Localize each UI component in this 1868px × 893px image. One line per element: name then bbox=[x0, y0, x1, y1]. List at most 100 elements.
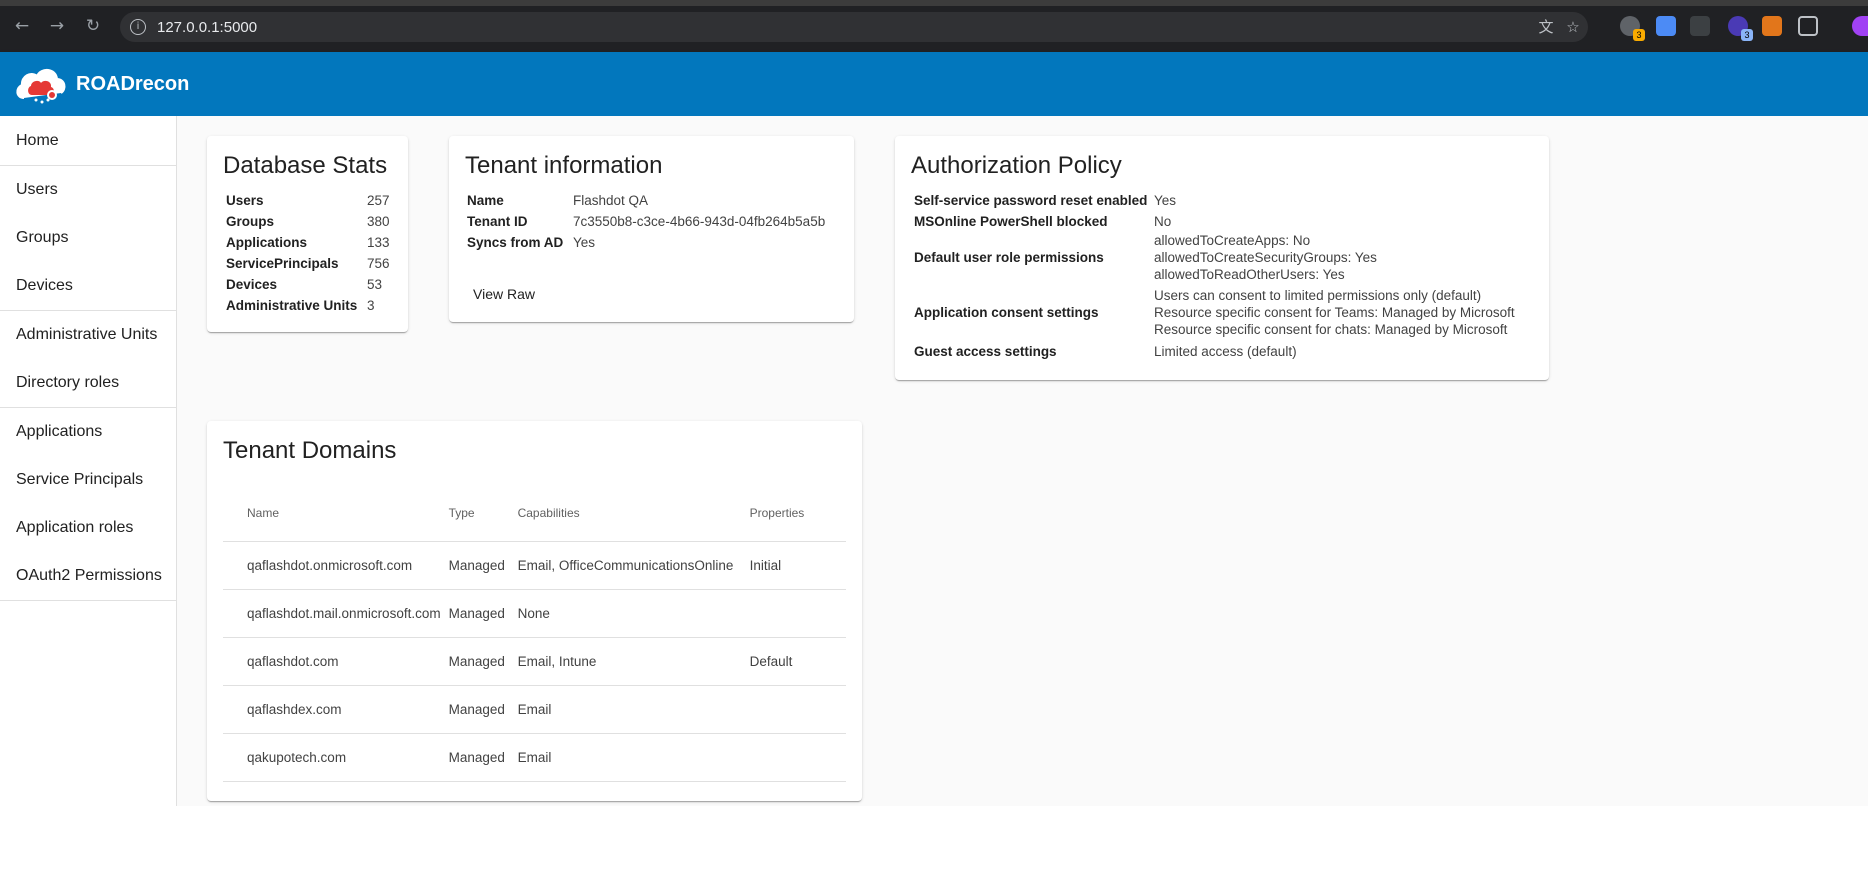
stat-row: Applications 133 bbox=[226, 232, 396, 253]
sidebar-item-users[interactable]: Users bbox=[0, 166, 176, 214]
sidebar-item-groups[interactable]: Groups bbox=[0, 214, 176, 262]
sidebar-item-directory-roles[interactable]: Directory roles bbox=[0, 359, 176, 407]
tenant-info-row: Syncs from AD Yes bbox=[467, 232, 847, 253]
extension-badge: 3 bbox=[1741, 29, 1753, 41]
stat-label: Applications bbox=[226, 235, 308, 250]
translate-icon[interactable]: 文 bbox=[1537, 18, 1555, 36]
stat-row: Users 257 bbox=[226, 190, 396, 211]
extension-badge: 3 bbox=[1633, 29, 1645, 41]
tenant-information-card: Tenant information Name Flashdot QA Tena… bbox=[449, 136, 854, 322]
bookmark-star-icon[interactable]: ☆ bbox=[1564, 18, 1582, 36]
extension-icon[interactable]: 3 bbox=[1620, 16, 1645, 41]
profile-avatar[interactable] bbox=[1852, 16, 1868, 36]
domain-capabilities-cell: Email bbox=[513, 733, 746, 782]
domain-capabilities-cell: None bbox=[513, 589, 746, 638]
tenant-info-row: Name Flashdot QA bbox=[467, 190, 847, 211]
policy-value-line: Resource specific consent for chats: Man… bbox=[1154, 322, 1508, 337]
url-text[interactable]: 127.0.0.1:5000 bbox=[157, 19, 257, 36]
table-row: qaflashdot.mail.onmicrosoft.com Managed … bbox=[223, 589, 846, 638]
tenant-id-value: 7c3550b8-c3ce-4b66-943d-04fb264b5a5b bbox=[573, 214, 826, 229]
column-header-type[interactable]: Type bbox=[444, 485, 514, 542]
tenant-name-value: Flashdot QA bbox=[573, 193, 649, 208]
policy-row: Guest access settings Limited access (de… bbox=[914, 341, 1544, 362]
policy-value: No bbox=[1154, 214, 1172, 229]
syncs-from-ad-value: Yes bbox=[573, 235, 596, 250]
address-bar[interactable]: i 127.0.0.1:5000 文 ☆ bbox=[120, 12, 1588, 42]
sidebar: Home Users Groups Devices Administrative… bbox=[0, 116, 177, 806]
sidebar-item-oauth2-permissions[interactable]: OAuth2 Permissions bbox=[0, 552, 176, 600]
column-header-properties[interactable]: Properties bbox=[745, 485, 846, 542]
tenant-info-label: Tenant ID bbox=[467, 214, 528, 229]
domain-properties-cell bbox=[745, 733, 846, 782]
policy-value: Limited access (default) bbox=[1154, 344, 1297, 359]
stat-row: Groups 380 bbox=[226, 211, 396, 232]
tenant-info-label: Name bbox=[467, 193, 504, 208]
metamask-fox-icon[interactable] bbox=[1762, 16, 1782, 36]
sidebar-item-administrative-units[interactable]: Administrative Units bbox=[0, 311, 176, 359]
sidebar-item-devices[interactable]: Devices bbox=[0, 262, 176, 310]
stat-label: Administrative Units bbox=[226, 298, 358, 313]
browser-toolbar: ← → ↻ i 127.0.0.1:5000 文 ☆ 3 3 bbox=[0, 0, 1868, 52]
app-title: ROADrecon bbox=[76, 73, 190, 95]
stat-row: Devices 53 bbox=[226, 274, 396, 295]
domain-name-cell: qakupotech.com bbox=[223, 733, 445, 782]
stat-value: 133 bbox=[367, 235, 390, 250]
domain-capabilities-cell: Email, OfficeCommunicationsOnline bbox=[513, 541, 746, 590]
domain-type-cell: Managed bbox=[444, 541, 514, 590]
table-row: qaflashdot.com Managed Email, Intune Def… bbox=[223, 637, 846, 686]
extension-icon[interactable]: 3 bbox=[1728, 16, 1753, 41]
stat-label: Groups bbox=[226, 214, 275, 229]
app-header: ROADrecon bbox=[0, 52, 1868, 116]
main-content: Database Stats Users 257 Groups 380 Appl… bbox=[177, 116, 1868, 806]
domain-properties-cell bbox=[745, 589, 846, 638]
forward-icon[interactable]: → bbox=[46, 15, 68, 37]
sidebar-item-service-principals[interactable]: Service Principals bbox=[0, 456, 176, 504]
stat-value: 3 bbox=[367, 298, 375, 313]
domain-capabilities-cell: Email, Intune bbox=[513, 637, 746, 686]
policy-label: Guest access settings bbox=[914, 344, 1057, 359]
domain-properties-cell: Default bbox=[745, 637, 846, 686]
domain-type-cell: Managed bbox=[444, 685, 514, 734]
domain-properties-cell bbox=[745, 685, 846, 734]
stat-label: Users bbox=[226, 193, 264, 208]
stat-label: Devices bbox=[226, 277, 278, 292]
stat-value: 380 bbox=[367, 214, 390, 229]
stat-row: Administrative Units 3 bbox=[226, 295, 396, 316]
stat-row: ServicePrincipals 756 bbox=[226, 253, 396, 274]
back-icon[interactable]: ← bbox=[11, 15, 33, 37]
policy-row: Application consent settings Users can c… bbox=[914, 287, 1544, 338]
domain-name-cell: qaflashdot.com bbox=[223, 637, 445, 686]
tab-strip bbox=[0, 0, 1868, 6]
sidebar-divider bbox=[0, 600, 176, 601]
extension-icon[interactable] bbox=[1656, 16, 1676, 36]
sidebar-item-application-roles[interactable]: Application roles bbox=[0, 504, 176, 552]
sidebar-item-applications[interactable]: Applications bbox=[0, 408, 176, 456]
stat-value: 53 bbox=[367, 277, 383, 292]
view-raw-button[interactable]: View Raw bbox=[465, 280, 543, 308]
domain-name-cell: qaflashdot.mail.onmicrosoft.com bbox=[223, 589, 445, 638]
domain-name-cell: qaflashdot.onmicrosoft.com bbox=[223, 541, 445, 590]
table-row: qaflashdex.com Managed Email bbox=[223, 685, 846, 734]
table-header-row: Name Type Capabilities Properties bbox=[223, 485, 846, 542]
site-info-icon[interactable]: i bbox=[130, 19, 146, 35]
extension-icon[interactable] bbox=[1690, 16, 1710, 36]
policy-label: Default user role permissions bbox=[914, 250, 1104, 265]
tenant-domains-table: Name Type Capabilities Properties qaflas… bbox=[223, 485, 846, 782]
stat-value: 756 bbox=[367, 256, 390, 271]
table-row: qakupotech.com Managed Email bbox=[223, 733, 846, 782]
roadrecon-cloud-logo bbox=[16, 69, 66, 104]
stat-label: ServicePrincipals bbox=[226, 256, 339, 271]
authorization-policy-card: Authorization Policy Self-service passwo… bbox=[895, 136, 1549, 380]
sidebar-item-home[interactable]: Home bbox=[0, 117, 176, 165]
policy-row: MSOnline PowerShell blocked No bbox=[914, 211, 1544, 232]
puzzle-extensions-icon[interactable] bbox=[1798, 16, 1818, 36]
domain-capabilities-cell: Email bbox=[513, 685, 746, 734]
column-header-capabilities[interactable]: Capabilities bbox=[513, 485, 746, 542]
policy-label: MSOnline PowerShell blocked bbox=[914, 214, 1108, 229]
card-title: Database Stats bbox=[223, 152, 388, 179]
domain-type-cell: Managed bbox=[444, 589, 514, 638]
reload-icon[interactable]: ↻ bbox=[82, 15, 104, 37]
column-header-name[interactable]: Name bbox=[223, 485, 445, 542]
tenant-info-row: Tenant ID 7c3550b8-c3ce-4b66-943d-04fb26… bbox=[467, 211, 847, 232]
domain-type-cell: Managed bbox=[444, 637, 514, 686]
